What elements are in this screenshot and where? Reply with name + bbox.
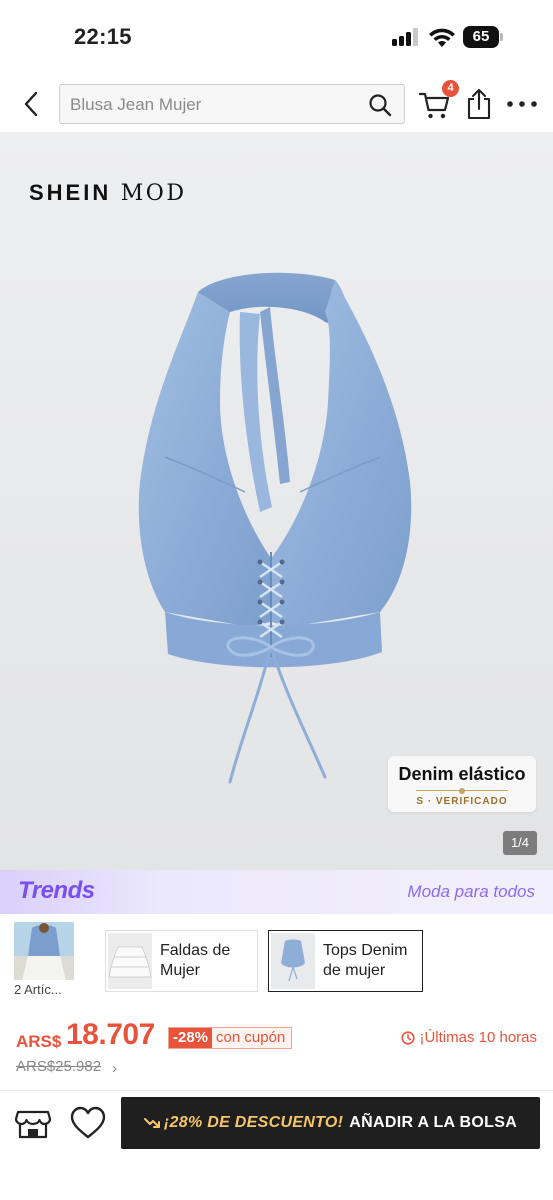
price-currency: ARS$ (16, 1032, 62, 1051)
share-icon[interactable] (465, 88, 493, 120)
denim-top-thumbnail (271, 933, 315, 989)
feature-verified: S · VERIFICADO (416, 796, 508, 807)
price-value: 18.707 (66, 1018, 155, 1051)
image-page-indicator: 1/4 (503, 831, 537, 855)
original-price[interactable]: ARS$25.982 (16, 1058, 101, 1075)
feature-title: Denim elástico (398, 764, 526, 784)
trend-down-icon (143, 1118, 160, 1128)
trends-row: 2 Artíc... Faldas de Mujer Tops Denim de… (0, 914, 553, 1006)
cart-count-badge: 4 (442, 80, 459, 97)
back-button[interactable] (16, 88, 46, 120)
wifi-icon (429, 28, 455, 47)
chevron-left-icon (24, 91, 38, 117)
top-nav: Blusa Jean Mujer 4 (0, 72, 553, 132)
bottom-action-bar: ¡28% DE DESCUENTO! AÑADIR A LA BOLSA (0, 1092, 553, 1200)
trends-banner[interactable]: Trends Moda para todos (0, 870, 553, 914)
trend-card-tops-denim[interactable]: Tops Denim de mujer (268, 930, 423, 992)
trend-card-label: Tops Denim de mujer (323, 942, 408, 979)
heart-icon[interactable] (69, 1104, 107, 1142)
add-to-bag-label: AÑADIR A LA BOLSA (349, 1114, 518, 1131)
trend-card-faldas[interactable]: Faldas de Mujer (105, 930, 258, 992)
trends-item-thumbnail[interactable] (14, 922, 74, 980)
product-image (138, 272, 412, 784)
status-time: 22:15 (74, 24, 132, 49)
trends-item-count: 2 Artíc... (14, 982, 62, 997)
more-options-icon[interactable] (506, 94, 538, 114)
add-to-bag-promo: ¡28% DE DESCUENTO! (163, 1114, 344, 1131)
feature-badge: Denim elástico S · VERIFICADO (388, 756, 536, 812)
cellular-signal-icon (392, 28, 420, 46)
product-image-gallery[interactable]: SHEIN MOD Denim elástico S · VERIFICADO … (0, 132, 553, 870)
trend-card-label: Faldas de Mujer (160, 942, 231, 979)
price-section: ARS$ 18.707 -28% con cupón ¡Últimas 10 ho… (0, 1010, 553, 1090)
status-bar: 22:15 65 (0, 0, 553, 72)
brand-logo: SHEIN MOD (29, 180, 187, 206)
battery-level: 65 (463, 26, 499, 48)
divider (0, 1090, 553, 1091)
promo-timer-text: ¡Últimas 10 horas (419, 1029, 537, 1046)
chevron-right-icon[interactable]: › (112, 1060, 117, 1077)
store-icon[interactable] (14, 1104, 52, 1142)
search-icon[interactable] (368, 93, 392, 117)
clock-icon (401, 1030, 416, 1045)
search-placeholder: Blusa Jean Mujer (70, 95, 202, 114)
battery-icon: 65 (463, 26, 503, 48)
search-input[interactable]: Blusa Jean Mujer (59, 84, 405, 124)
coupon-discount-badge[interactable]: -28% con cupón (168, 1027, 293, 1049)
trends-logo: Trends (18, 877, 95, 904)
add-to-bag-button[interactable]: ¡28% DE DESCUENTO! AÑADIR A LA BOLSA (121, 1097, 540, 1149)
skirt-thumbnail (108, 933, 152, 989)
trends-tagline: Moda para todos (407, 882, 535, 901)
promo-timer: ¡Últimas 10 horas (401, 1029, 537, 1046)
